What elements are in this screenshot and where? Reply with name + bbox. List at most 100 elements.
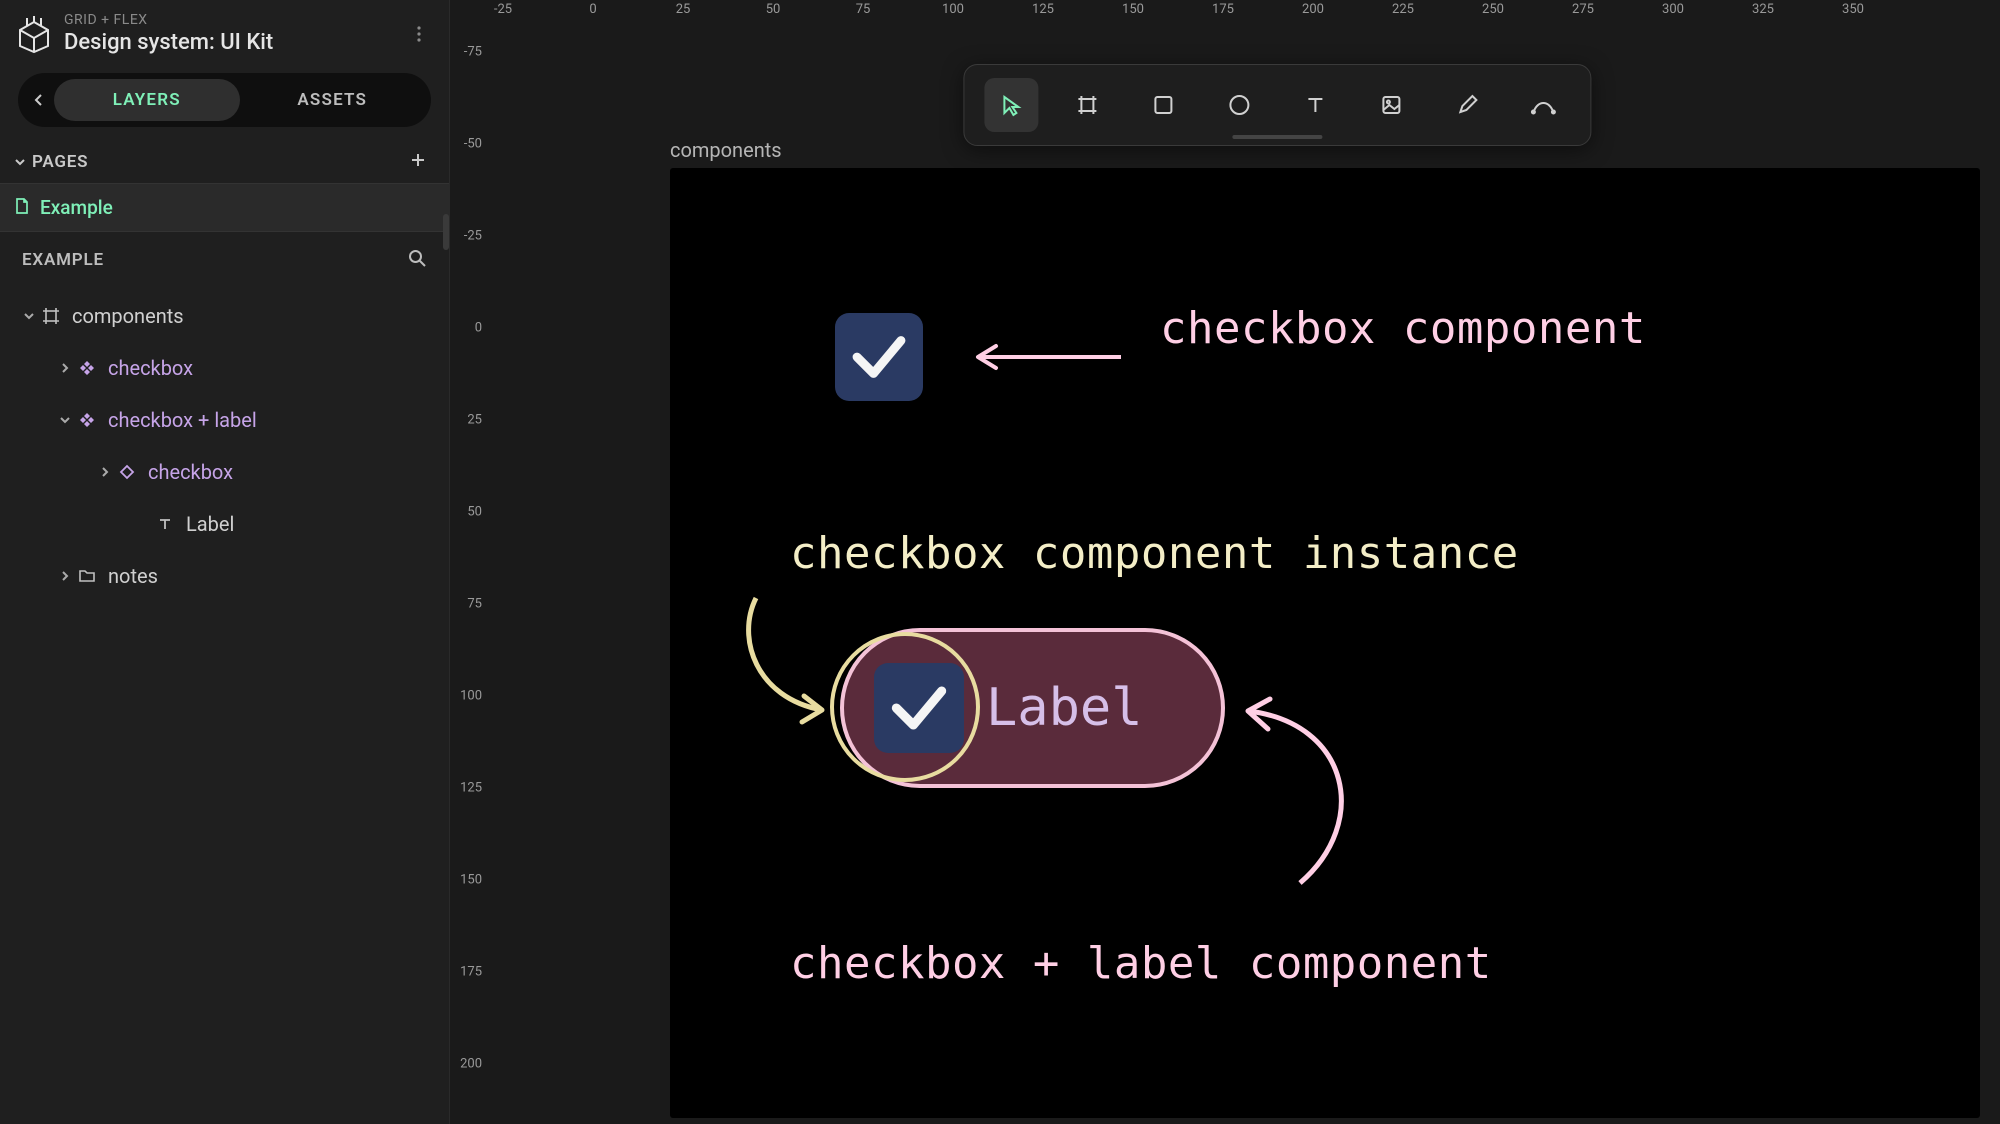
- ruler-tick: 125: [460, 781, 482, 796]
- annotation-arrow-icon: [1230, 693, 1380, 893]
- search-icon[interactable]: [407, 248, 427, 272]
- layer-label: checkbox: [148, 460, 233, 484]
- ruler-tick: 75: [856, 2, 871, 17]
- ruler-tick: 25: [467, 413, 482, 428]
- tool-select[interactable]: [984, 78, 1038, 132]
- frame-icon: [40, 307, 62, 325]
- ruler-tick: 125: [1032, 2, 1054, 17]
- tool-frame[interactable]: [1060, 78, 1114, 132]
- left-panel: GRID + FLEX Design system: UI Kit LAYERS…: [0, 0, 450, 1124]
- annotation-arrow-icon: [966, 342, 1126, 372]
- chevron-down-icon[interactable]: [54, 414, 76, 426]
- ruler-tick: 150: [460, 873, 482, 888]
- ruler-tick: -25: [494, 2, 512, 17]
- ruler-tick: 250: [1482, 2, 1504, 17]
- tool-rectangle[interactable]: [1136, 78, 1190, 132]
- tool-pencil[interactable]: [1440, 78, 1494, 132]
- ruler-tick: 150: [1122, 2, 1144, 17]
- ruler-tick: 300: [1662, 2, 1684, 17]
- component-icon: [76, 360, 98, 376]
- ruler-tick: -75: [464, 45, 482, 60]
- pages-header[interactable]: PAGES: [0, 137, 449, 183]
- scrollbar-thumb[interactable]: [443, 214, 449, 250]
- ruler-tick: -25: [464, 229, 482, 244]
- layer-checkbox-component[interactable]: checkbox: [0, 342, 449, 394]
- layer-notes[interactable]: notes: [0, 550, 449, 602]
- tabs-back-icon[interactable]: [24, 93, 54, 107]
- page-item-example[interactable]: Example: [0, 183, 449, 232]
- ruler-vertical: -75 -50 -25 0 25 50 75 100 125 150 175 2…: [450, 24, 492, 1124]
- ruler-tick: 0: [475, 321, 482, 336]
- app-logo-icon: [14, 14, 54, 54]
- project-breadcrumb[interactable]: GRID + FLEX: [64, 12, 403, 28]
- chevron-right-icon[interactable]: [54, 362, 76, 374]
- instance-icon: [116, 464, 138, 480]
- checkmark-icon: [885, 674, 953, 742]
- ruler-tick: 225: [1392, 2, 1414, 17]
- ruler-tick: 325: [1752, 2, 1774, 17]
- ruler-horizontal: -25 0 25 50 75 100 125 150 175 200 225 2…: [450, 0, 2000, 24]
- ruler-tick: 100: [942, 2, 964, 17]
- tool-ellipse[interactable]: [1212, 78, 1266, 132]
- ruler-tick: 175: [460, 965, 482, 980]
- layer-checkbox-instance[interactable]: checkbox: [0, 446, 449, 498]
- layer-tree: components checkbox checkbox + label: [0, 286, 449, 602]
- checkmark-icon: [846, 324, 912, 390]
- tab-assets[interactable]: ASSETS: [240, 79, 426, 121]
- annotation-arrow-icon: [726, 588, 846, 728]
- tool-text[interactable]: [1288, 78, 1342, 132]
- ruler-tick: 50: [766, 2, 781, 17]
- ruler-tick: 200: [460, 1057, 482, 1072]
- tab-layers[interactable]: LAYERS: [54, 79, 240, 121]
- pages-header-label: PAGES: [32, 152, 88, 172]
- canvas-toolbar: [963, 64, 1591, 146]
- ruler-tick: 350: [1842, 2, 1864, 17]
- chevron-right-icon[interactable]: [54, 570, 76, 582]
- chevron-down-icon[interactable]: [18, 310, 40, 322]
- canvas-frame[interactable]: checkbox component checkbox component in…: [670, 168, 1980, 1118]
- tool-image[interactable]: [1364, 78, 1418, 132]
- ruler-tick: 275: [1572, 2, 1594, 17]
- add-page-icon[interactable]: [409, 151, 427, 173]
- caret-down-icon: [14, 153, 28, 172]
- layer-components[interactable]: components: [0, 290, 449, 342]
- ruler-tick: 175: [1212, 2, 1234, 17]
- annotation-checkbox-component: checkbox component: [1160, 303, 1646, 354]
- project-menu-icon[interactable]: [403, 18, 435, 50]
- layer-checkbox-label-component[interactable]: checkbox + label: [0, 394, 449, 446]
- project-header: GRID + FLEX Design system: UI Kit: [0, 0, 449, 69]
- page-icon: [14, 197, 32, 219]
- section-header: EXAMPLE: [0, 232, 449, 286]
- layer-label: checkbox + label: [108, 408, 257, 432]
- toolbar-drag-handle[interactable]: [1232, 135, 1322, 139]
- component-icon: [76, 412, 98, 428]
- panel-tabs: LAYERS ASSETS: [18, 73, 431, 127]
- canvas-label-text[interactable]: Label: [986, 678, 1143, 738]
- project-title[interactable]: Design system: UI Kit: [64, 30, 403, 55]
- annotation-combo: checkbox + label component: [790, 938, 1492, 989]
- chevron-right-icon[interactable]: [94, 466, 116, 478]
- tool-pen[interactable]: [1516, 78, 1570, 132]
- text-icon: [154, 516, 176, 532]
- ruler-tick: 25: [676, 2, 691, 17]
- layer-label-text[interactable]: Label: [0, 498, 449, 550]
- canvas-checkbox-instance[interactable]: [874, 663, 964, 753]
- ruler-tick: 100: [460, 689, 482, 704]
- ruler-tick: 50: [467, 505, 482, 520]
- page-item-label: Example: [40, 196, 113, 219]
- ruler-tick: 0: [589, 2, 596, 17]
- canvas-viewport[interactable]: components checkbox component checkbox c…: [492, 24, 2000, 1124]
- frame-title[interactable]: components: [670, 138, 782, 162]
- section-header-label: EXAMPLE: [22, 250, 104, 270]
- layer-label: Label: [186, 512, 234, 536]
- canvas-checkbox-label-component[interactable]: Label: [840, 628, 1225, 788]
- layer-label: components: [72, 304, 184, 328]
- layer-label: checkbox: [108, 356, 193, 380]
- canvas-checkbox-component[interactable]: [835, 313, 923, 401]
- ruler-tick: 200: [1302, 2, 1324, 17]
- ruler-tick: 75: [467, 597, 482, 612]
- annotation-instance: checkbox component instance: [790, 528, 1519, 579]
- layer-label: notes: [108, 564, 158, 588]
- ruler-tick: -50: [464, 137, 482, 152]
- folder-icon: [76, 568, 98, 584]
